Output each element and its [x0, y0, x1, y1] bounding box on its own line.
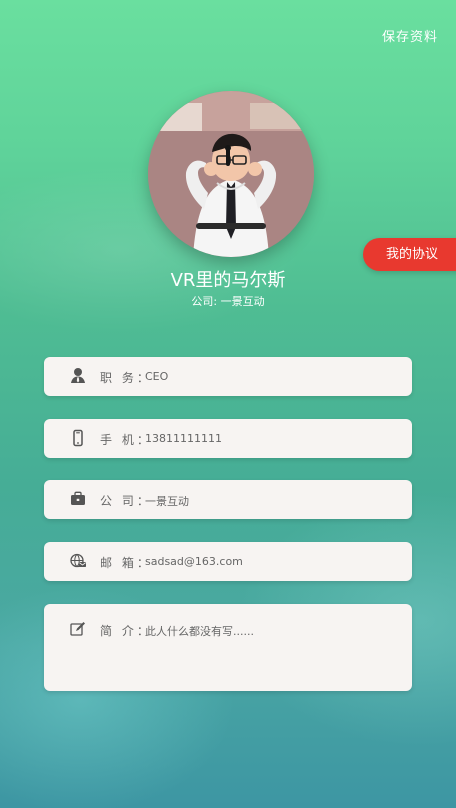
email-field[interactable]: 邮 箱： sadsad@163.com [44, 542, 412, 581]
edit-icon [69, 620, 87, 638]
avatar-photo [148, 91, 314, 257]
save-profile-button[interactable]: 保存资料 [382, 26, 438, 45]
bio-value: 此人什么都没有写...... [145, 625, 254, 638]
phone-icon [69, 429, 87, 447]
company-field[interactable]: 公 司： 一景互动 [44, 480, 412, 519]
avatar[interactable] [148, 91, 314, 257]
globe-mail-icon [69, 552, 87, 570]
bio-field[interactable]: 简 介： 此人什么都没有写...... [44, 604, 412, 691]
phone-field[interactable]: 手 机： 13811111111 [44, 419, 412, 458]
position-field[interactable]: 职 务： CEO [44, 357, 412, 396]
email-value: sadsad@163.com [145, 555, 243, 568]
profile-company: 公司: 一景互动 [0, 293, 456, 309]
profile-screen: 保存资料 我的协议 VR里的马尔斯 公司: 一景互动 职 务： CEO 手 机：… [0, 0, 456, 808]
user-icon [69, 367, 87, 385]
profile-company-text: 公司: 一景互动 [191, 295, 265, 308]
company-value: 一景互动 [145, 495, 189, 508]
position-value: CEO [145, 370, 169, 383]
briefcase-icon [69, 490, 87, 508]
profile-name: VR里的马尔斯 [170, 270, 286, 291]
phone-value: 13811111111 [145, 432, 222, 445]
